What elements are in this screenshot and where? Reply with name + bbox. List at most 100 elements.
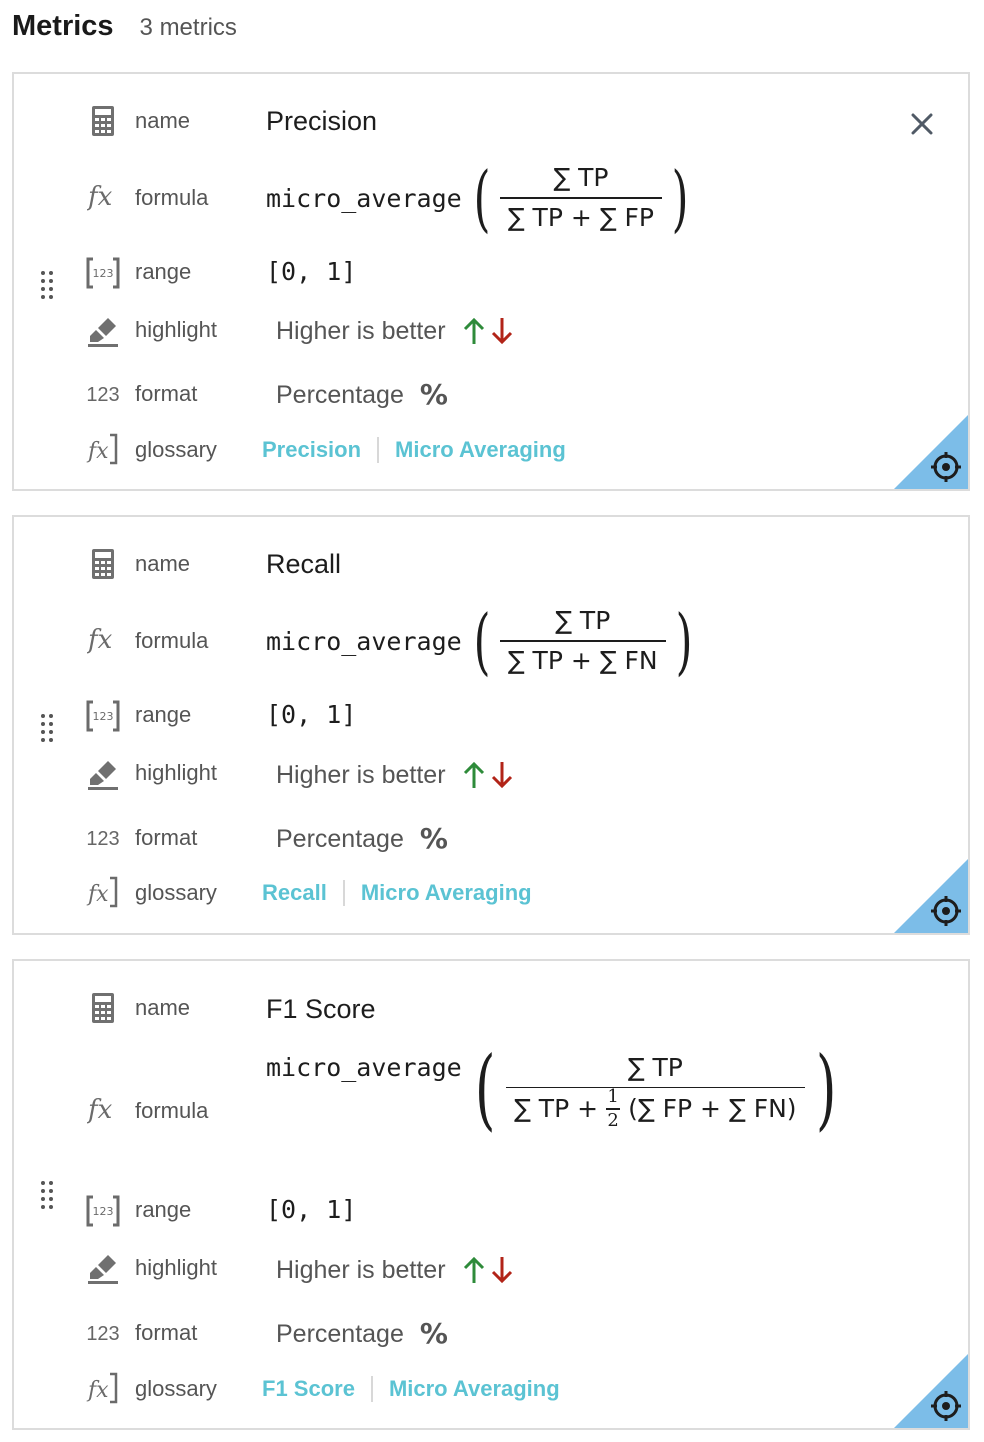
glossary-link[interactable]: Micro Averaging (361, 880, 532, 906)
metric-name[interactable]: Precision (266, 104, 377, 138)
arrow-up-icon (463, 1256, 484, 1283)
formula-denominator: ∑ TP + ∑ FP (507, 202, 654, 232)
target-icon[interactable] (894, 415, 968, 489)
svg-text:fx: fx (87, 625, 113, 655)
function-icon: fx (86, 1093, 120, 1127)
metric-highlight[interactable]: Higher is better (276, 1253, 514, 1287)
formula-denominator: ∑ TP + 1 2 (∑ FP + ∑ FN) (506, 1088, 805, 1130)
drag-handle-icon[interactable] (40, 270, 54, 300)
glossary-divider (342, 880, 345, 906)
highlighter-icon (86, 1251, 120, 1285)
metric-name[interactable]: Recall (266, 547, 341, 581)
metric-range[interactable]: [0, 1] (266, 698, 356, 732)
glossary-links: Recall Micro Averaging (262, 878, 532, 908)
formula-paren-close: ) (671, 156, 689, 240)
denominator-part: ∑ TP + (514, 1093, 599, 1123)
svg-text:123: 123 (93, 710, 114, 723)
metric-card-precision[interactable]: name Precision fx formula micro_average … (12, 72, 970, 491)
metric-name[interactable]: F1 Score (266, 992, 376, 1026)
metrics-header: Metrics 3 metrics (12, 10, 237, 50)
arrow-up-icon (463, 761, 484, 788)
formula-function: micro_average (266, 183, 462, 213)
formula-fraction: ∑ TP ∑ TP + ∑ FP (499, 159, 662, 237)
formula-label: formula (135, 1098, 209, 1123)
formula-numerator: ∑ TP (553, 163, 609, 193)
format-label: format (135, 825, 198, 850)
formula-fraction: ∑ TP ∑ TP + 1 2 (∑ FP + ∑ FN) (506, 1049, 805, 1130)
format-icon: 123 (86, 1322, 120, 1345)
formula-paren-open: ( (473, 156, 491, 240)
glossary-link[interactable]: Micro Averaging (395, 437, 566, 463)
glossary-link[interactable]: Micro Averaging (389, 1376, 560, 1402)
metric-card-f1-score[interactable]: name F1 Score fx formula micro_average (… (12, 959, 970, 1430)
range-label: range (135, 1197, 192, 1222)
glossary-link[interactable]: F1 Score (262, 1376, 355, 1402)
range-icon: 123 (86, 256, 120, 290)
glossary-links: Precision Micro Averaging (262, 435, 566, 465)
metric-highlight[interactable]: Higher is better (276, 314, 514, 348)
metric-card-recall[interactable]: name Recall fx formula micro_average ( ∑… (12, 515, 970, 935)
function-icon: fx (86, 180, 120, 214)
denominator-part: (∑ FP + ∑ FN) (628, 1093, 797, 1123)
glossary-link[interactable]: Precision (262, 437, 361, 463)
page-title: Metrics (12, 10, 114, 42)
svg-text:fx: fx (86, 439, 109, 464)
target-icon[interactable] (894, 1354, 968, 1428)
function-icon: fx (86, 623, 120, 657)
metric-formula[interactable]: micro_average ( ∑ TP ∑ TP + 1 2 (∑ FP + … (266, 1043, 843, 1135)
highlight-text: Higher is better (276, 1256, 446, 1284)
metric-range[interactable]: [0, 1] (266, 255, 356, 289)
glossary-divider (377, 437, 380, 463)
format-label: format (135, 381, 198, 406)
formula-paren-open: ( (474, 1037, 496, 1140)
highlight-text: Higher is better (276, 317, 446, 345)
highlight-label: highlight (135, 760, 217, 785)
formula-numerator: ∑ TP (555, 606, 611, 636)
close-icon[interactable] (908, 110, 936, 138)
glossary-divider (370, 1376, 373, 1402)
half-numerator: 1 (607, 1086, 619, 1107)
function-doc-icon: fx (86, 432, 120, 466)
name-label: name (135, 551, 191, 576)
formula-paren-close: ) (815, 1037, 837, 1140)
highlighter-icon (86, 757, 120, 791)
percent-icon: % (419, 1317, 448, 1350)
metric-range[interactable]: [0, 1] (266, 1193, 356, 1227)
drag-handle-icon[interactable] (40, 1180, 54, 1210)
highlight-text: Higher is better (276, 761, 446, 789)
svg-text:fx: fx (86, 1378, 109, 1403)
formula-function: micro_average (266, 626, 462, 656)
name-label: name (135, 995, 191, 1020)
formula-function: micro_average (266, 1053, 462, 1082)
metric-formula[interactable]: micro_average ( ∑ TP ∑ TP + ∑ FN ) (266, 601, 698, 681)
half-denominator: 2 (607, 1109, 619, 1131)
one-half: 1 2 (606, 1086, 621, 1131)
formula-denominator: ∑ TP + ∑ FN (507, 645, 658, 675)
arrow-down-icon (491, 1257, 512, 1284)
percent-icon: % (419, 822, 448, 855)
arrow-up-icon (463, 317, 484, 344)
function-doc-icon: fx (86, 875, 120, 909)
formula-label: formula (135, 628, 209, 653)
drag-handle-icon[interactable] (40, 713, 54, 743)
glossary-links: F1 Score Micro Averaging (262, 1374, 560, 1404)
percent-icon: % (419, 378, 448, 411)
highlight-label: highlight (135, 1255, 217, 1280)
highlighter-icon (86, 314, 120, 348)
svg-text:123: 123 (93, 1205, 114, 1218)
metric-highlight[interactable]: Higher is better (276, 758, 514, 792)
svg-text:fx: fx (86, 882, 109, 907)
metric-formula[interactable]: micro_average ( ∑ TP ∑ TP + ∑ FP ) (266, 158, 694, 238)
range-label: range (135, 259, 192, 284)
formula-paren-close: ) (675, 599, 693, 683)
metric-format[interactable]: Percentage % (276, 378, 448, 412)
svg-text:fx: fx (87, 1095, 113, 1125)
format-icon: 123 (86, 827, 120, 850)
format-text: Percentage (276, 825, 404, 853)
svg-text:123: 123 (93, 267, 114, 280)
metric-format[interactable]: Percentage % (276, 1317, 448, 1351)
arrow-down-icon (491, 318, 512, 345)
glossary-link[interactable]: Recall (262, 880, 327, 906)
metric-format[interactable]: Percentage % (276, 822, 448, 856)
target-icon[interactable] (894, 859, 968, 933)
